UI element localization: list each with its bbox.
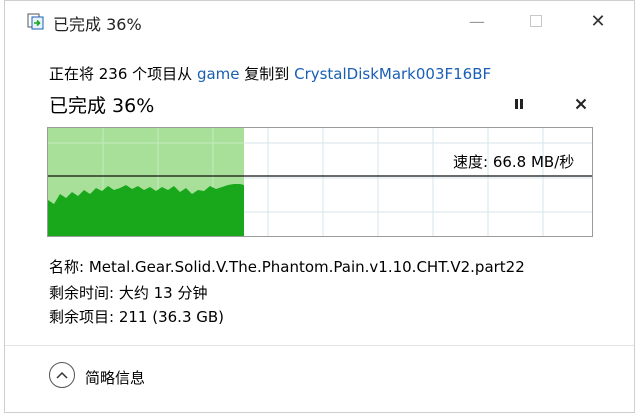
copy-prefix: 正在将 236 个项目从 xyxy=(49,65,193,83)
source-folder-link[interactable]: game xyxy=(197,65,240,83)
chevron-up-icon xyxy=(56,371,68,379)
name-label: 名称: xyxy=(49,258,85,276)
speed-label: 速度: 66.8 MB/秒 xyxy=(453,153,575,171)
file-name-row: 名称: Metal.Gear.Solid.V.The.Phantom.Pain.… xyxy=(49,256,525,277)
close-icon: ✕ xyxy=(590,10,606,32)
items-value: 211 (36.3 GB) xyxy=(118,308,225,326)
progress-heading: 已完成 36% xyxy=(49,95,155,117)
pause-button[interactable] xyxy=(508,93,530,115)
time-value: 大约 13 分钟 xyxy=(118,284,208,302)
minimize-button[interactable]: — xyxy=(457,8,497,34)
maximize-button[interactable] xyxy=(516,8,556,34)
destination-folder-link[interactable]: CrystalDiskMark003F16BF xyxy=(294,65,491,83)
time-label: 剩余时间: xyxy=(49,284,115,302)
close-window-button[interactable]: ✕ xyxy=(578,8,618,34)
window-title: 已完成 36% xyxy=(53,15,142,34)
name-value: Metal.Gear.Solid.V.The.Phantom.Pain.v1.1… xyxy=(88,258,525,276)
copy-middle: 复制到 xyxy=(244,65,290,83)
cancel-button[interactable] xyxy=(570,93,592,115)
items-remaining-row: 剩余项目: 211 (36.3 GB) xyxy=(49,306,224,327)
copy-progress-dialog: 已完成 36% — ✕ 正在将 236 个项目从 game 复制到 Crysta… xyxy=(4,0,635,413)
transfer-speed-graph xyxy=(47,127,593,237)
speed-graph-svg xyxy=(48,128,592,236)
minimize-icon: — xyxy=(469,11,485,31)
items-label: 剩余项目: xyxy=(49,308,115,326)
title-bar[interactable]: 已完成 36% — ✕ xyxy=(5,1,634,41)
cancel-icon xyxy=(575,98,587,110)
less-details-label[interactable]: 简略信息 xyxy=(85,367,145,388)
copy-summary: 正在将 236 个项目从 game 复制到 CrystalDiskMark003… xyxy=(49,63,491,84)
maximize-icon xyxy=(530,15,542,27)
less-details-button[interactable] xyxy=(49,362,75,388)
pause-icon xyxy=(515,99,523,109)
time-remaining-row: 剩余时间: 大约 13 分钟 xyxy=(49,282,207,303)
footer-divider xyxy=(5,345,634,346)
copy-progress-icon xyxy=(27,13,44,30)
